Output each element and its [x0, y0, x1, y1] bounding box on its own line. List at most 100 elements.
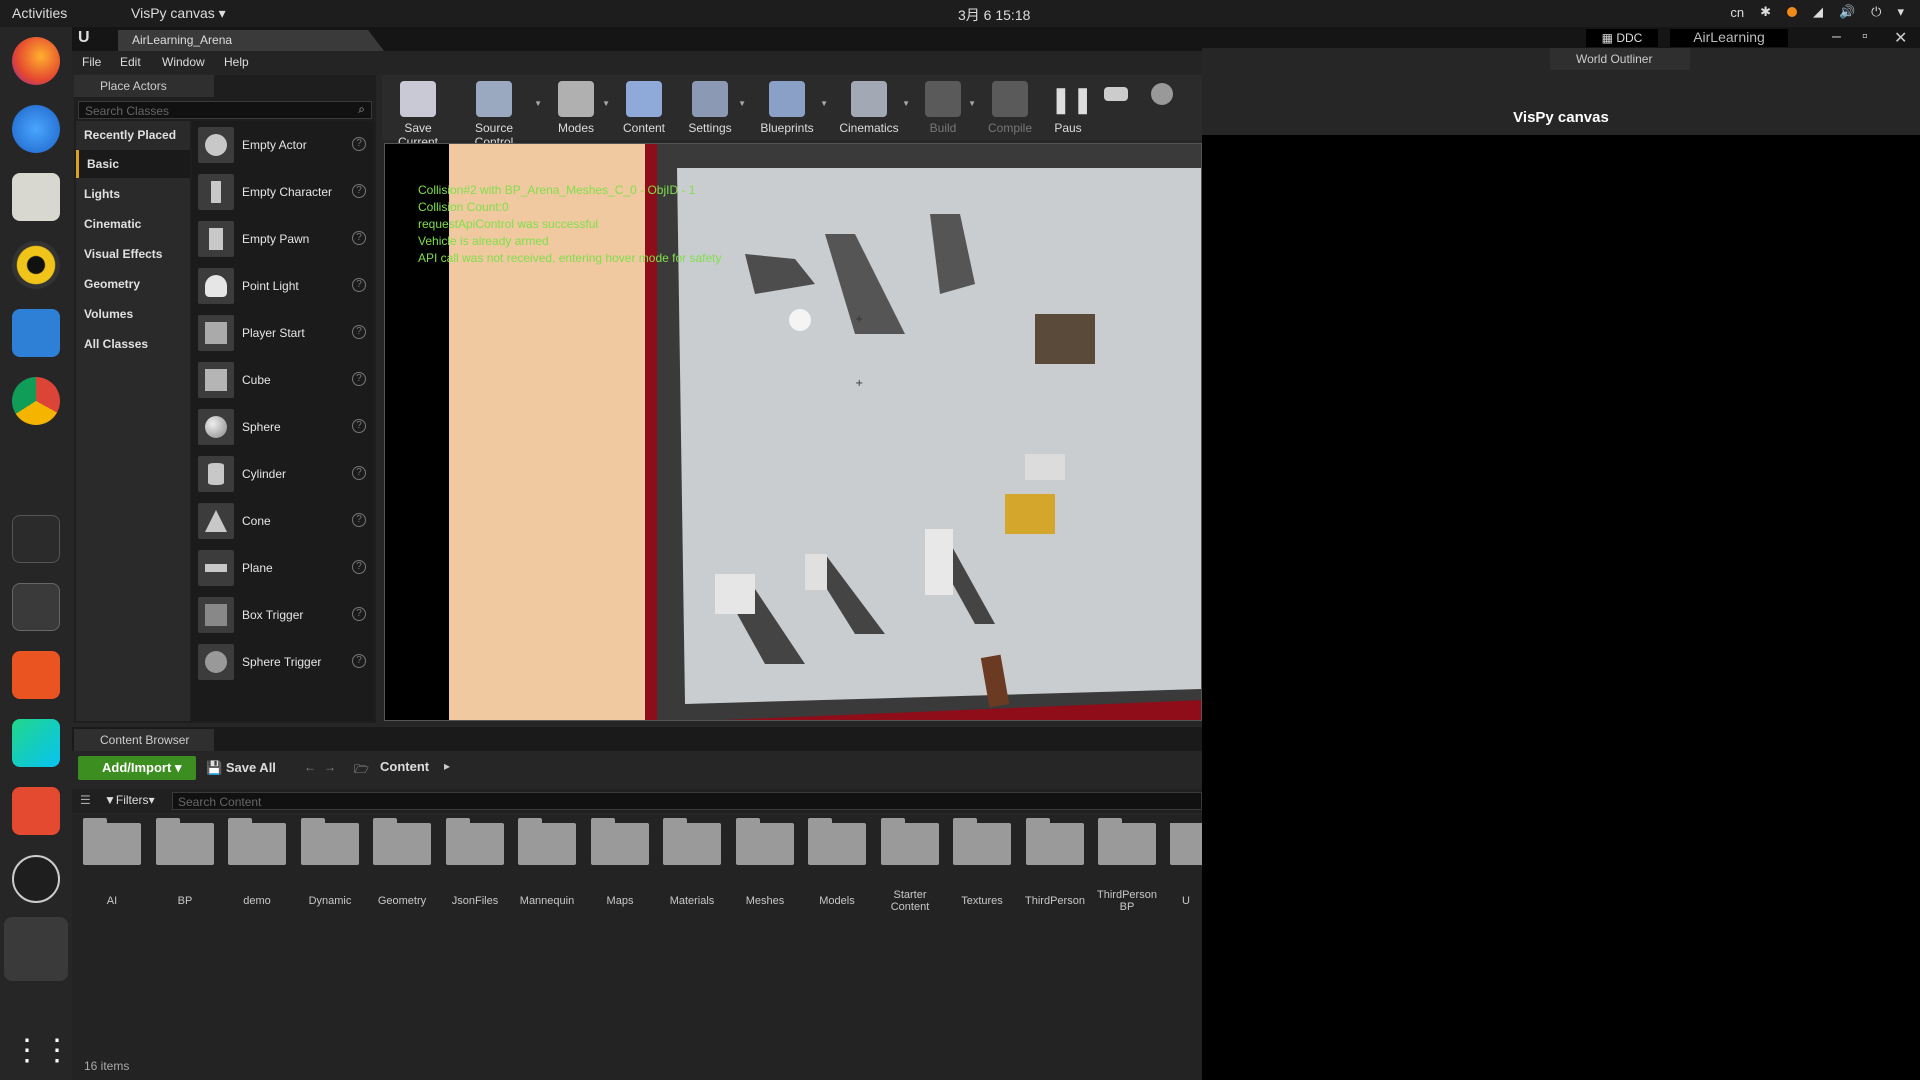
terminal-icon[interactable] — [12, 583, 60, 631]
wifi-icon[interactable]: ◢ — [1813, 4, 1823, 20]
chevron-down-icon[interactable]: ▼ — [902, 99, 910, 108]
level-tab[interactable]: AirLearning_Arena — [118, 30, 384, 51]
add-import-button[interactable]: Add/Import ▾ — [78, 756, 196, 780]
stop-button[interactable] — [1096, 75, 1136, 140]
help-icon[interactable]: ? — [352, 419, 366, 433]
folder-item[interactable]: Mannequin — [517, 818, 577, 907]
folder-item[interactable]: BP — [155, 818, 215, 907]
actor-item[interactable]: Sphere Trigger? — [192, 640, 374, 686]
search-content-input[interactable]: Search Content — [172, 792, 1202, 810]
source-control-button[interactable]: Source Control ▼ — [454, 75, 542, 149]
help-icon[interactable]: ? — [352, 654, 366, 668]
compile-button[interactable]: Compile — [980, 75, 1040, 140]
folder-item[interactable]: demo — [227, 818, 287, 907]
folder-item[interactable]: Models — [807, 818, 867, 907]
help-icon[interactable]: ? — [352, 184, 366, 198]
level-viewport[interactable]: + + Collision#2 with BP_Arena_Meshes_C_0… — [384, 143, 1202, 721]
actor-item[interactable]: Empty Actor? — [192, 123, 374, 169]
folder-item[interactable]: Materials — [662, 818, 722, 907]
help-icon[interactable]: ? — [352, 607, 366, 621]
chevron-down-icon[interactable]: ▼ — [738, 99, 746, 108]
firefox-icon[interactable] — [12, 37, 60, 85]
thunderbird-icon[interactable] — [12, 105, 60, 153]
category-cinematic[interactable]: Cinematic — [76, 210, 190, 238]
actor-item[interactable]: Player Start? — [192, 311, 374, 357]
active-app-icon[interactable] — [4, 917, 68, 981]
input-method-indicator[interactable]: cn — [1730, 5, 1744, 20]
files-icon[interactable] — [12, 173, 60, 221]
category-lights[interactable]: Lights — [76, 180, 190, 208]
power-icon[interactable]: ⏻ — [1871, 4, 1881, 20]
search-icon[interactable]: ⌕ — [358, 102, 365, 117]
folder-item[interactable]: AI — [82, 818, 142, 907]
folder-item[interactable]: ThirdPerson — [1025, 818, 1085, 907]
chevron-down-icon[interactable]: ▼ — [820, 99, 828, 108]
actor-item[interactable]: Cone? — [192, 499, 374, 545]
actor-item[interactable]: Cube? — [192, 358, 374, 404]
folder-item[interactable]: Maps — [590, 818, 650, 907]
settings-button[interactable]: Settings ▼ — [682, 75, 746, 140]
clock[interactable]: 3月 6 15:18 — [958, 5, 1030, 25]
folder-item[interactable]: ThirdPerson BP — [1097, 818, 1157, 913]
system-monitor-icon[interactable] — [12, 515, 60, 563]
folder-item[interactable]: Textures — [952, 818, 1012, 907]
system-tray[interactable]: cn ✱ ◢ 🔊 ⏻ ▾ — [1730, 4, 1904, 20]
category-volumes[interactable]: Volumes — [76, 300, 190, 328]
category-basic[interactable]: Basic — [76, 150, 190, 178]
app-grid-icon[interactable]: ⋮⋮ — [12, 1027, 72, 1075]
volume-icon[interactable]: 🔊 — [1839, 4, 1855, 20]
back-arrow-icon[interactable]: ← — [304, 760, 316, 774]
folder-item[interactable]: Starter Content — [880, 818, 940, 913]
world-outliner-tab[interactable]: World Outliner — [1550, 48, 1690, 70]
help-icon[interactable]: ? — [352, 137, 366, 151]
help-icon[interactable]: ? — [352, 466, 366, 480]
presentation-icon[interactable] — [12, 787, 60, 835]
chrome-icon[interactable] — [12, 377, 60, 425]
update-notification-icon[interactable] — [1786, 7, 1797, 17]
minimize-icon[interactable]: – — [1832, 28, 1841, 46]
menu-edit[interactable]: Edit — [120, 55, 141, 69]
category-all-classes[interactable]: All Classes — [76, 330, 190, 358]
help-icon[interactable]: ? — [352, 231, 366, 245]
menu-help[interactable]: Help — [224, 55, 249, 69]
help-icon[interactable]: ? — [352, 513, 366, 527]
place-actors-tab[interactable]: Place Actors — [74, 75, 214, 97]
breadcrumb-content[interactable]: Content — [380, 759, 429, 774]
menu-file[interactable]: File — [82, 55, 101, 69]
folder-item[interactable]: Meshes — [735, 818, 795, 907]
eject-button[interactable] — [1142, 75, 1182, 140]
folder-item[interactable]: Dynamic — [300, 818, 360, 907]
sources-toggle-icon[interactable]: ☰ — [80, 793, 91, 807]
bluetooth-icon[interactable]: ✱ — [1760, 4, 1771, 20]
software-center-icon[interactable] — [12, 651, 60, 699]
actor-item[interactable]: Empty Character? — [192, 170, 374, 216]
category-visual-effects[interactable]: Visual Effects — [76, 240, 190, 268]
pycharm-icon[interactable] — [12, 719, 60, 767]
vispy-canvas[interactable] — [1202, 135, 1920, 1080]
actor-item[interactable]: Plane? — [192, 546, 374, 592]
help-icon[interactable]: ? — [352, 372, 366, 386]
content-button[interactable]: Content — [618, 75, 670, 140]
forward-arrow-icon[interactable]: → — [324, 760, 336, 774]
save-current-button[interactable]: Save Current — [386, 75, 450, 149]
vispy-window-title[interactable]: VisPy canvas — [1202, 101, 1920, 135]
menu-window[interactable]: Window — [162, 55, 205, 69]
save-all-button[interactable]: 💾 Save All — [206, 760, 276, 776]
activities-button[interactable]: Activities — [12, 5, 67, 21]
folder-item[interactable]: Geometry — [372, 818, 432, 907]
category-recently-placed[interactable]: Recently Placed — [76, 121, 190, 149]
chevron-down-icon[interactable]: ▼ — [534, 99, 542, 108]
rhythmbox-icon[interactable] — [12, 241, 60, 289]
category-geometry[interactable]: Geometry — [76, 270, 190, 298]
filters-button[interactable]: ▼Filters▾ — [104, 793, 155, 807]
unreal-icon[interactable] — [12, 855, 60, 903]
actor-item[interactable]: Cylinder? — [192, 452, 374, 498]
chevron-right-icon[interactable]: ▸ — [444, 759, 450, 773]
close-icon[interactable]: ✕ — [1894, 28, 1907, 48]
app-menu[interactable]: VisPy canvas ▾ — [131, 5, 226, 22]
chevron-down-icon[interactable]: ▼ — [602, 99, 610, 108]
search-classes-input[interactable]: Search Classes ⌕ — [78, 101, 372, 119]
content-browser-tab[interactable]: Content Browser — [74, 729, 214, 751]
cinematics-button[interactable]: Cinematics ▼ — [836, 75, 910, 140]
folder-item[interactable]: JsonFiles — [445, 818, 505, 907]
